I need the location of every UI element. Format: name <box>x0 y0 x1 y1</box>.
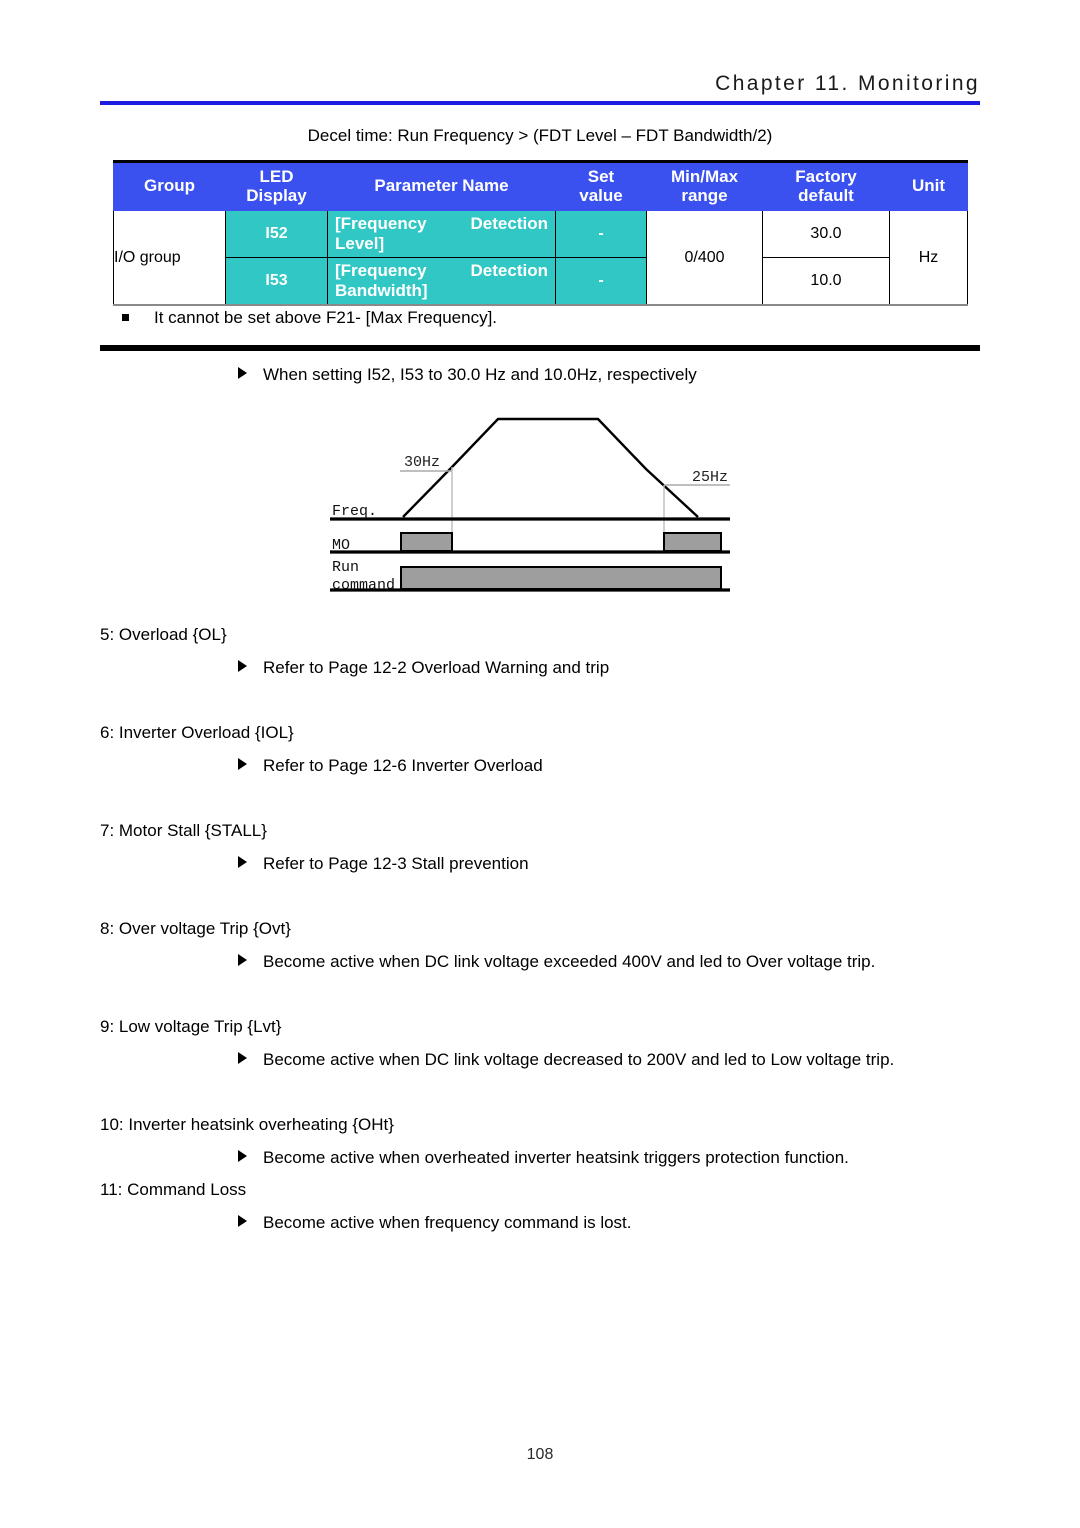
col-header-group: Group <box>113 161 226 211</box>
col-header-led-l2: Display <box>246 185 307 205</box>
section-bullet-6-text: Refer to Page 12-6 Inverter Overload <box>263 756 543 775</box>
col-header-unit-l1: Unit <box>911 176 946 196</box>
triangle-bullet-icon <box>238 1150 247 1162</box>
label-25hz: 25Hz <box>692 469 728 486</box>
col-header-factory-default: Factory default <box>762 161 890 211</box>
triangle-bullet-icon <box>238 1052 247 1064</box>
param-line1-i52: [Frequency Detection <box>335 214 548 234</box>
label-freq: Freq. <box>332 503 377 520</box>
label-run: Run <box>332 559 359 576</box>
col-header-minmax-l2: range <box>681 185 728 205</box>
section-bullet-10: Become active when overheated inverter h… <box>238 1148 849 1168</box>
param-i52-word1: [Frequency <box>335 214 427 233</box>
cell-unit: Hz <box>889 210 968 306</box>
section-heading-7: 7: Motor Stall {STALL} <box>100 821 267 840</box>
cell-set-value-i53: - <box>555 257 647 306</box>
table-row: I53 [Frequency Detection Bandwidth] - 10… <box>114 257 968 306</box>
col-header-factory-l2: default <box>798 185 854 205</box>
section-heading-5: 5: Overload {OL} <box>100 625 227 644</box>
section-heading-11: 11: Command Loss <box>100 1180 247 1199</box>
col-header-unit: Unit <box>889 161 968 211</box>
section-bullet-8-text: Become active when DC link voltage excee… <box>263 952 876 971</box>
label-command: command <box>332 577 395 594</box>
page-number: 108 <box>526 1446 554 1463</box>
section-bullet-5-text: Refer to Page 12-2 Overload Warning and … <box>263 658 610 677</box>
mo-pulse-right <box>663 532 722 552</box>
cell-minmax-range: 0/400 <box>646 210 763 306</box>
col-header-led-display: LED Display <box>225 161 328 211</box>
section-bullet-10-text: Become active when overheated inverter h… <box>263 1148 849 1167</box>
diagram-intro-text: When setting I52, I53 to 30.0 Hz and 10.… <box>263 365 697 384</box>
triangle-bullet-icon <box>238 660 247 672</box>
label-mo: MO <box>332 537 350 554</box>
col-header-set-value: Set value <box>555 161 647 211</box>
param-i52-word2: Detection <box>470 214 548 233</box>
table-header-row: Group LED Display Parameter Name Set val… <box>113 161 968 211</box>
section-bullet-11: Become active when frequency command is … <box>238 1213 632 1233</box>
cell-group-label: I/O group <box>113 210 226 306</box>
section-bullet-5: Refer to Page 12-2 Overload Warning and … <box>238 658 609 678</box>
col-header-set-l1: Set <box>587 167 615 187</box>
section-bullet-7-text: Refer to Page 12-3 Stall prevention <box>263 854 529 873</box>
triangle-bullet-icon <box>238 856 247 868</box>
triangle-bullet-icon <box>238 954 247 966</box>
timing-diagram: 30Hz 25Hz Freq. MO Run command <box>330 405 730 597</box>
parameter-table-wrapper: Group LED Display Parameter Name Set val… <box>113 160 968 307</box>
section-divider <box>100 344 980 352</box>
label-30hz: 30Hz <box>404 454 440 471</box>
header-rule <box>100 101 980 105</box>
cell-led-i53: I53 <box>225 257 328 306</box>
section-heading-10: 10: Inverter heatsink overheating {OHt} <box>100 1115 394 1134</box>
col-header-minmax-range: Min/Max range <box>646 161 763 211</box>
triangle-bullet-icon <box>238 1215 247 1227</box>
chapter-heading: Chapter 11. Monitoring <box>715 72 980 95</box>
parameter-table: Group LED Display Parameter Name Set val… <box>113 160 968 307</box>
param-i53-word1: [Frequency <box>335 261 427 281</box>
cell-param-name-i53: [Frequency Detection Bandwidth] <box>327 257 556 306</box>
col-header-parameter-name: Parameter Name <box>327 161 556 211</box>
run-command-pulse <box>400 566 722 590</box>
section-bullet-9: Become active when DC link voltage decre… <box>238 1050 894 1070</box>
mo-pulse-left <box>400 532 453 552</box>
cell-factory-default-i53: 10.0 <box>762 257 890 306</box>
triangle-bullet-icon <box>238 367 247 379</box>
cell-factory-default-i52: 30.0 <box>762 209 890 259</box>
col-header-led-l1: LED <box>259 167 294 187</box>
frequency-ramp-curve <box>402 417 699 518</box>
section-heading-6: 6: Inverter Overload {IOL} <box>100 723 294 742</box>
section-heading-8: 8: Over voltage Trip {Ovt} <box>100 919 291 938</box>
param-line2-i53: Bandwidth] <box>335 281 428 301</box>
section-bullet-11-text: Become active when frequency command is … <box>263 1213 632 1232</box>
document-page: Chapter 11. Monitoring Decel time: Run F… <box>0 0 1080 1528</box>
param-line2-i52: Level] <box>335 234 385 254</box>
section-bullet-6: Refer to Page 12-6 Inverter Overload <box>238 756 543 776</box>
col-header-minmax-l1: Min/Max <box>670 167 739 187</box>
col-header-set-l2: value <box>579 185 623 205</box>
section-bullet-9-text: Become active when DC link voltage decre… <box>263 1050 895 1069</box>
cell-param-name-i52: [Frequency Detection Level] <box>327 209 556 259</box>
col-header-group-l1: Group <box>144 176 195 196</box>
note-max-frequency: It cannot be set above F21- [Max Frequen… <box>122 308 982 328</box>
diagram-intro-line: When setting I52, I53 to 30.0 Hz and 10.… <box>238 365 697 385</box>
section-bullet-7: Refer to Page 12-3 Stall prevention <box>238 854 529 874</box>
section-bullet-8: Become active when DC link voltage excee… <box>238 952 875 972</box>
note-max-frequency-text: It cannot be set above F21- [Max Frequen… <box>154 308 498 327</box>
timing-diagram-svg: 30Hz 25Hz Freq. MO Run command <box>330 417 730 594</box>
col-header-factory-l1: Factory <box>795 167 857 187</box>
table-row: I/O group I52 [Frequency Detection Level… <box>113 209 968 306</box>
param-line1-i53: [Frequency Detection <box>335 261 548 281</box>
param-i53-word2: Detection <box>470 261 548 281</box>
triangle-bullet-icon <box>238 758 247 770</box>
table-caption: Decel time: Run Frequency > (FDT Level –… <box>307 126 773 145</box>
square-bullet-icon <box>122 313 129 321</box>
col-header-param-l1: Parameter Name <box>374 176 509 196</box>
section-heading-9: 9: Low voltage Trip {Lvt} <box>100 1017 282 1036</box>
cell-set-value-i52: - <box>555 209 647 259</box>
cell-led-i52: I52 <box>225 209 328 259</box>
